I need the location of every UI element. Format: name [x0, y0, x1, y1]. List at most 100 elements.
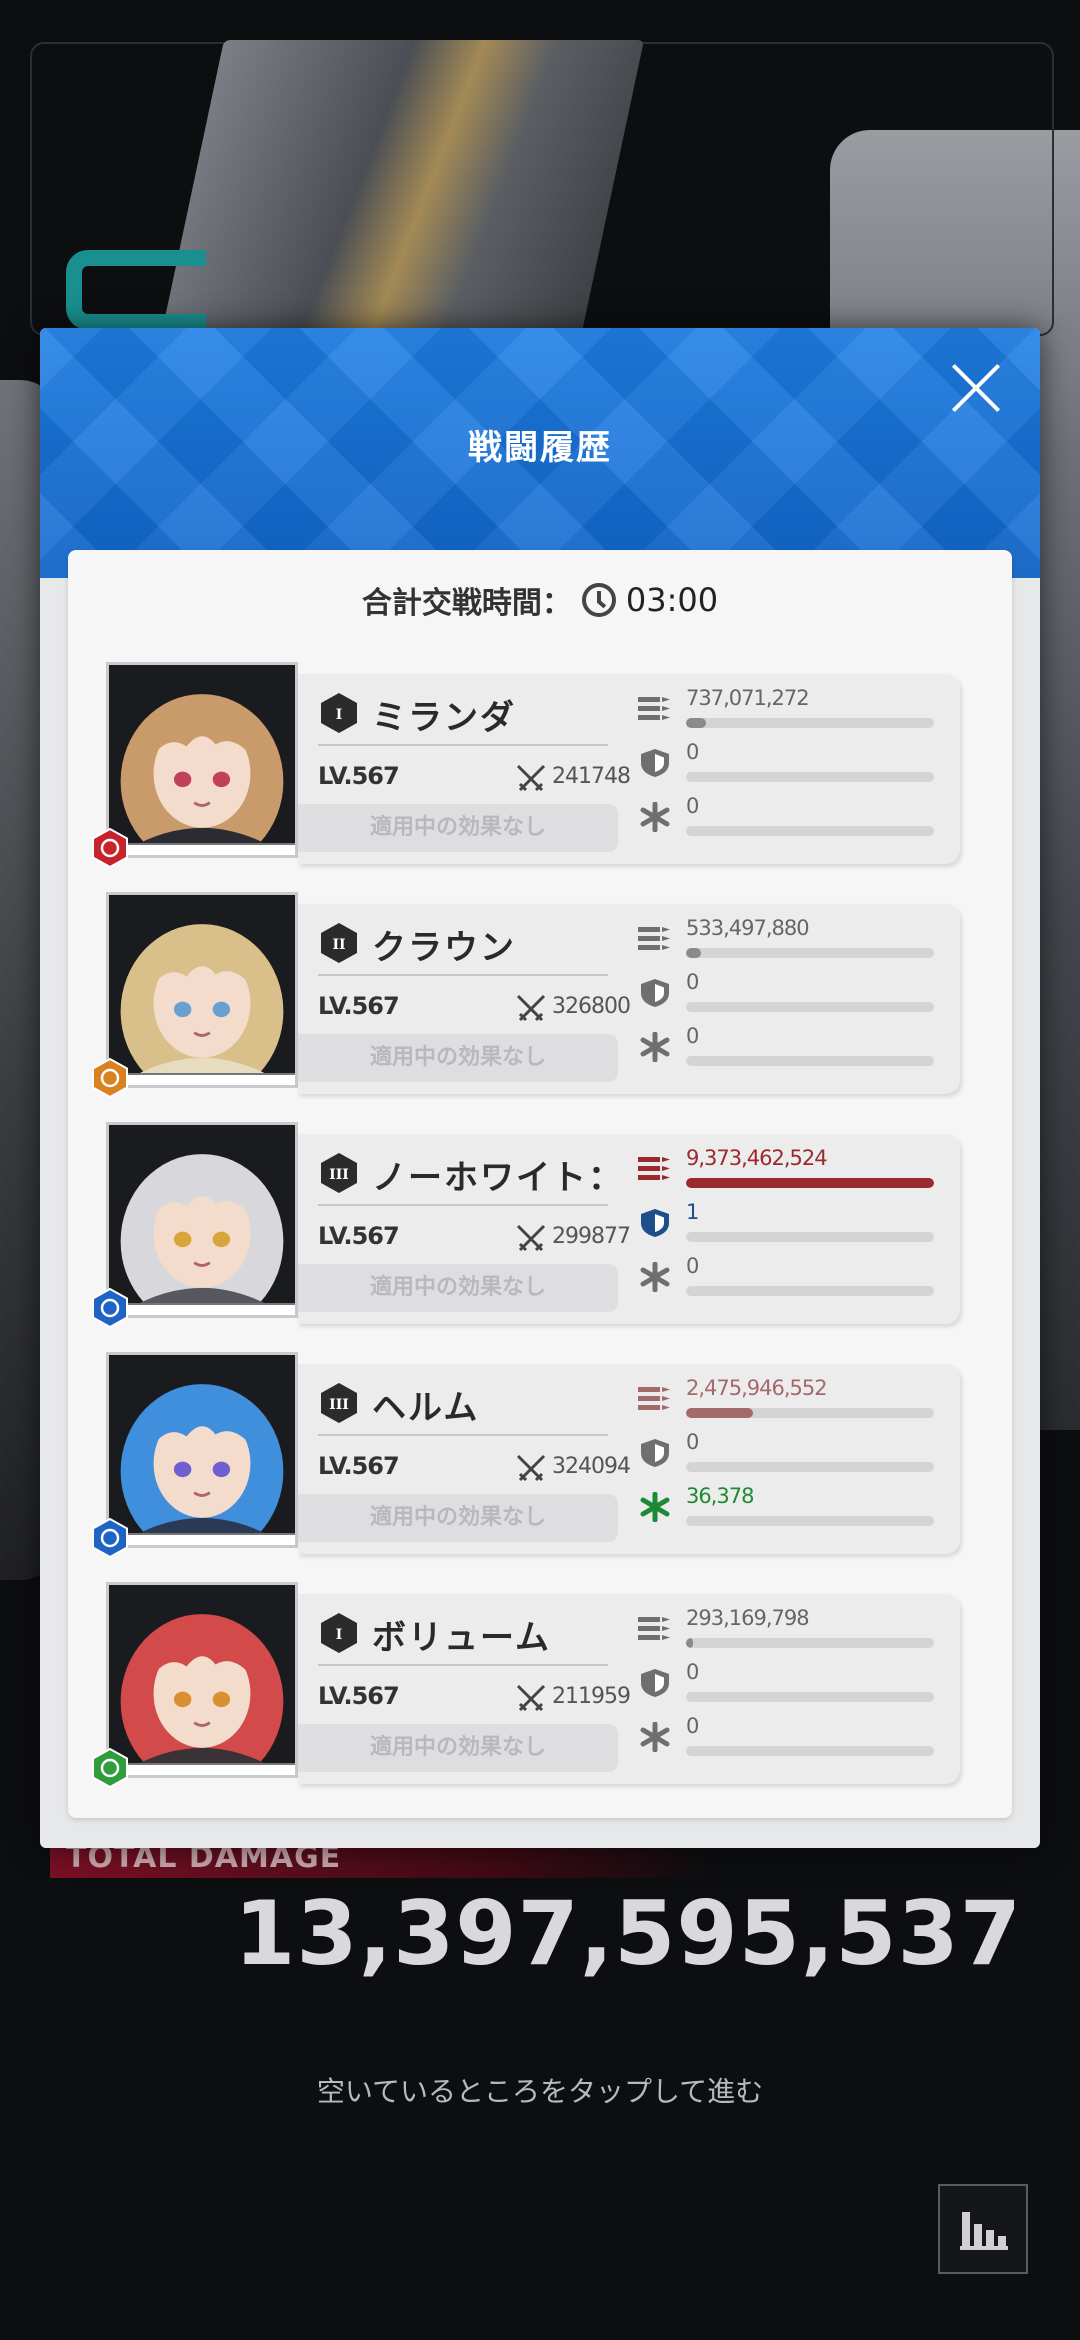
shield-stat: 0 — [638, 1660, 938, 1712]
damage-bar-fill — [686, 718, 706, 728]
unit-info-card: III ノーホワイト： LV.567 299877 適用中の効果なし 9,373… — [298, 1134, 960, 1324]
svg-text:III: III — [329, 1397, 349, 1413]
iron-element-icon — [92, 1058, 128, 1098]
svg-text:I: I — [336, 1627, 343, 1643]
battle-history-modal: 戦闘履歴 合計交戦時間： 03:00 I ミランダ LV.567 241748 … — [40, 328, 1040, 1848]
shield-stat: 1 — [638, 1200, 938, 1252]
heal-icon — [640, 802, 670, 832]
heal-bar — [686, 1516, 934, 1526]
portrait-strip — [109, 1303, 295, 1315]
unit-row-3[interactable]: III ノーホワイト： LV.567 299877 適用中の効果なし 9,373… — [92, 1122, 968, 1328]
heal-icon — [640, 1492, 670, 1522]
name-divider — [318, 1664, 608, 1666]
unit-portrait — [106, 892, 298, 1088]
unit-level: LV.567 — [318, 1682, 400, 1710]
portrait-strip — [109, 1073, 295, 1085]
shield-value: 0 — [686, 1660, 699, 1684]
unit-level: LV.567 — [318, 1222, 400, 1250]
unit-name: ボリューム — [372, 1618, 551, 1658]
unit-info-card: III ヘルム LV.567 324094 適用中の効果なし 2,475,946… — [298, 1364, 960, 1554]
close-button[interactable] — [950, 362, 1002, 414]
heal-bar — [686, 1746, 934, 1756]
unit-power: 241748 — [552, 764, 631, 789]
damage-bar — [686, 718, 934, 728]
damage-bar — [686, 1638, 934, 1648]
active-effects-label: 適用中の効果なし — [298, 1494, 618, 1542]
damage-bar — [686, 1178, 934, 1188]
svg-text:III: III — [329, 1167, 349, 1183]
modal-title: 戦闘履歴 — [468, 428, 612, 468]
unit-row-4[interactable]: III ヘルム LV.567 324094 適用中の効果なし 2,475,946… — [92, 1352, 968, 1558]
fire-element-icon — [92, 828, 128, 868]
active-effects-label: 適用中の効果なし — [298, 1264, 618, 1312]
heal-bar — [686, 1286, 934, 1296]
unit-row-5[interactable]: I ボリューム LV.567 211959 適用中の効果なし 293,169,7… — [92, 1582, 968, 1788]
shield-bar — [686, 772, 934, 782]
unit-power: 211959 — [552, 1684, 631, 1709]
heal-value: 0 — [686, 1714, 699, 1738]
unit-power: 299877 — [552, 1224, 631, 1249]
damage-value: 533,497,880 — [686, 916, 810, 940]
unit-name: ミランダ — [372, 698, 516, 738]
shield-stat: 0 — [638, 970, 938, 1022]
damage-bar — [686, 1408, 934, 1418]
background-emblem — [66, 250, 206, 330]
unit-name: ノーホワイト： — [372, 1158, 624, 1198]
damage-value: 2,475,946,552 — [686, 1376, 828, 1400]
unit-level: LV.567 — [318, 992, 400, 1020]
shield-value: 0 — [686, 740, 699, 764]
damage-bar-fill — [686, 1408, 753, 1418]
burst-badge: II — [321, 923, 357, 963]
bullets-icon — [638, 1387, 670, 1410]
portrait-image — [109, 665, 295, 855]
shield-stat: 0 — [638, 1430, 938, 1482]
portrait-image — [109, 1355, 295, 1545]
unit-portrait — [106, 1352, 298, 1548]
damage-value: 293,169,798 — [686, 1606, 810, 1630]
shield-value: 0 — [686, 1430, 699, 1454]
unit-name: クラウン — [372, 928, 516, 968]
shield-value: 1 — [686, 1200, 699, 1224]
name-divider — [318, 1204, 608, 1206]
damage-bar-fill — [686, 948, 701, 958]
active-effects-label: 適用中の効果なし — [298, 804, 618, 852]
name-divider — [318, 744, 608, 746]
damage-bar-fill — [686, 1638, 694, 1648]
burst-badge: III — [321, 1153, 357, 1193]
svg-text:II: II — [332, 937, 345, 953]
damage-stat: 9,373,462,524 — [638, 1146, 938, 1198]
unit-row-1[interactable]: I ミランダ LV.567 241748 適用中の効果なし 737,071,27… — [92, 662, 968, 868]
active-effects-label: 適用中の効果なし — [298, 1034, 618, 1082]
total-damage-value: 13,397,595,537 — [234, 1882, 1022, 1985]
battle-time-label: 合計交戦時間： — [361, 586, 572, 621]
shield-icon — [641, 749, 669, 777]
unit-power: 324094 — [552, 1454, 631, 1479]
portrait-image — [109, 1585, 295, 1775]
heal-value: 0 — [686, 1254, 699, 1278]
unit-row-2[interactable]: II クラウン LV.567 326800 適用中の効果なし 533,497,8… — [92, 892, 968, 1098]
name-divider — [318, 1434, 608, 1436]
shield-bar — [686, 1692, 934, 1702]
water-element-icon — [92, 1288, 128, 1328]
wind-element-icon — [92, 1748, 128, 1788]
tap-to-continue-hint: 空いているところをタップして進む — [316, 2075, 764, 2108]
crossed-swords-icon — [516, 994, 546, 1022]
damage-bar-fill — [686, 1178, 934, 1188]
heal-bar — [686, 826, 934, 836]
heal-stat: 0 — [638, 1024, 938, 1076]
shield-value: 0 — [686, 970, 699, 994]
heal-value: 36,378 — [686, 1484, 754, 1508]
damage-stat: 293,169,798 — [638, 1606, 938, 1658]
unit-info-card: I ボリューム LV.567 211959 適用中の効果なし 293,169,7… — [298, 1594, 960, 1784]
heal-stat: 0 — [638, 1254, 938, 1306]
shield-stat: 0 — [638, 740, 938, 792]
bullets-icon — [638, 697, 670, 720]
bar-chart-icon — [960, 2212, 1008, 2250]
burst-badge: I — [321, 693, 357, 733]
shield-icon — [641, 1439, 669, 1467]
water-element-icon — [92, 1518, 128, 1558]
battle-time-row: 合計交戦時間： 03:00 — [68, 578, 1012, 622]
stats-button[interactable] — [938, 2184, 1028, 2274]
crossed-swords-icon — [516, 764, 546, 792]
damage-value: 9,373,462,524 — [686, 1146, 828, 1170]
